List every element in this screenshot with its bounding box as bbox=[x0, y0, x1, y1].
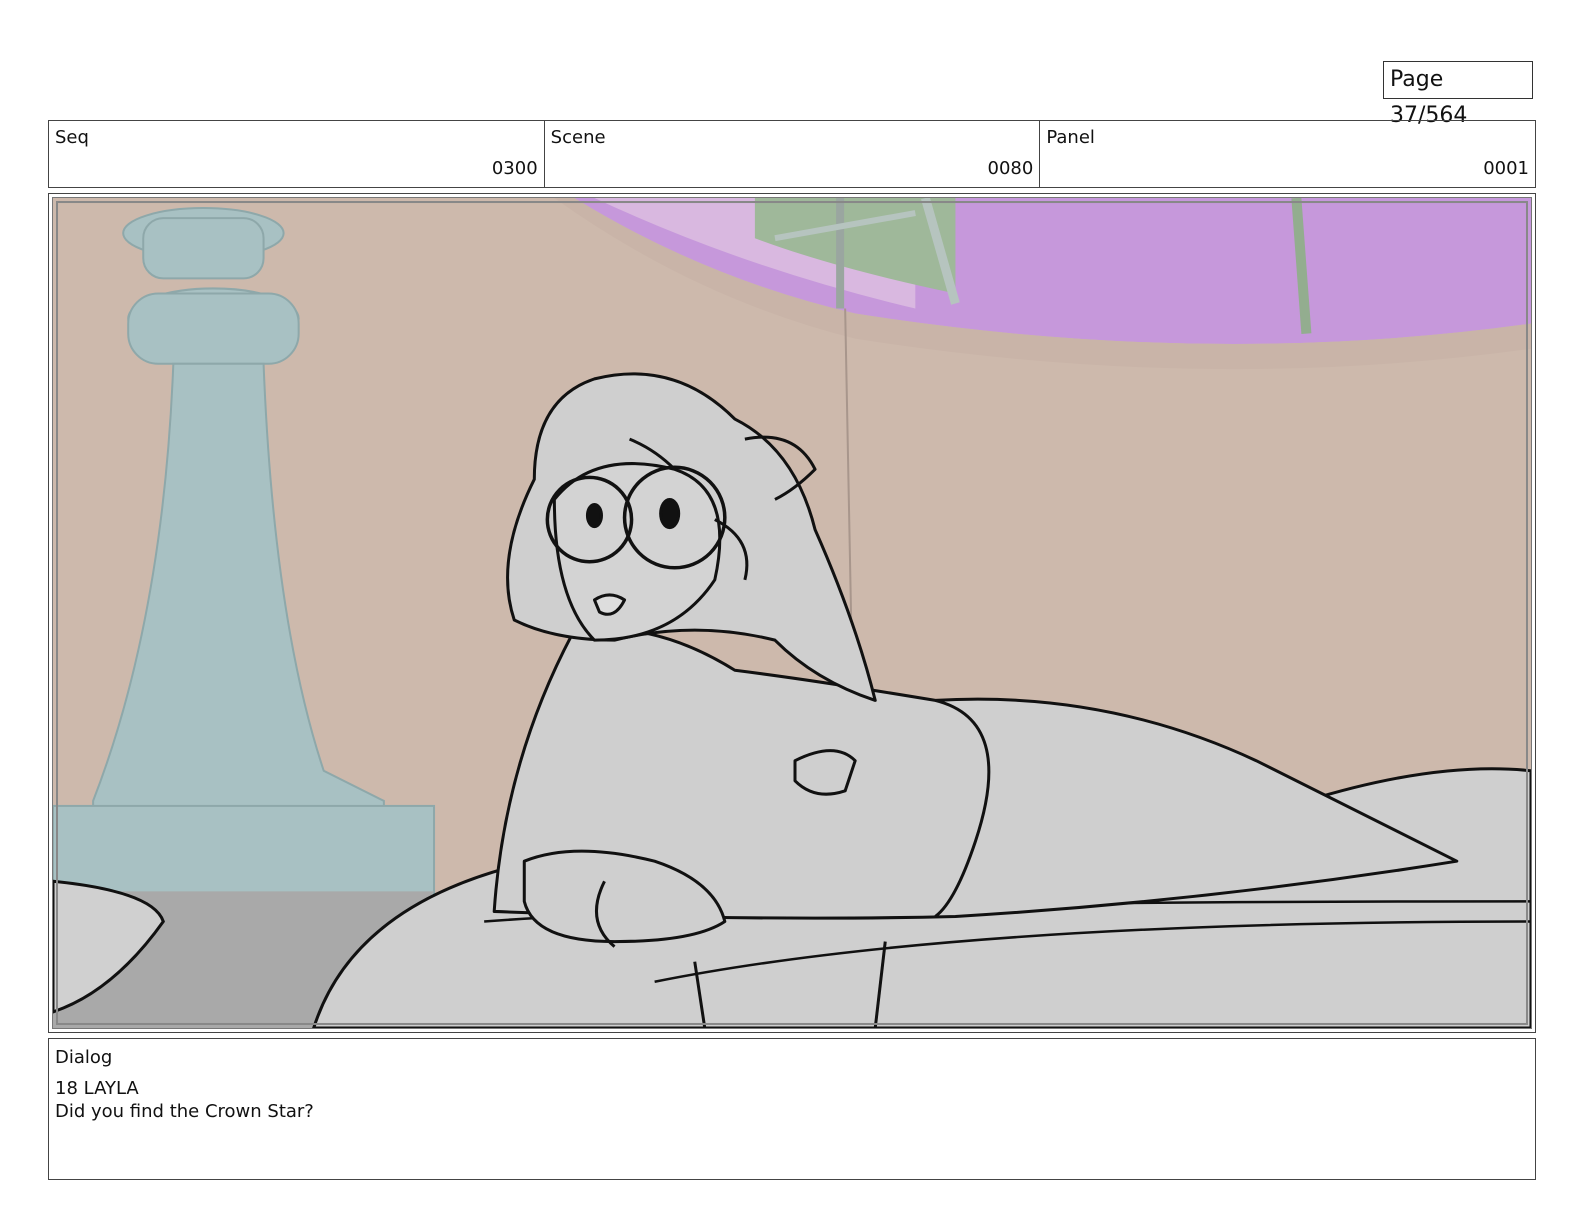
scene-value: 0080 bbox=[987, 158, 1034, 179]
panel-label: Panel bbox=[1046, 127, 1095, 148]
panel-value: 0001 bbox=[1483, 158, 1530, 179]
page-number-box: Page 37/564 bbox=[1383, 61, 1533, 128]
dialog-text: 18 LAYLA Did you find the Crown Star? bbox=[55, 1077, 314, 1123]
page-label: Page bbox=[1390, 67, 1444, 92]
panel-cell: Panel 0001 bbox=[1040, 121, 1535, 187]
scene-illustration bbox=[53, 198, 1531, 1028]
seq-value: 0300 bbox=[491, 158, 538, 179]
seq-label: Seq bbox=[55, 127, 89, 148]
scene-label: Scene bbox=[550, 127, 606, 148]
storyboard-image bbox=[52, 197, 1532, 1029]
dialog-label: Dialog bbox=[55, 1047, 113, 1068]
dialog-box: Dialog 18 LAYLA Did you find the Crown S… bbox=[48, 1038, 1536, 1180]
dialog-line: Did you find the Crown Star? bbox=[55, 1101, 314, 1122]
scene-cell: Scene 0080 bbox=[545, 121, 1041, 187]
storyboard-frame bbox=[48, 193, 1536, 1033]
panel-header: Seq 0300 Scene 0080 Panel 0001 bbox=[48, 120, 1536, 188]
dialog-speaker: 18 LAYLA bbox=[55, 1078, 139, 1099]
seq-cell: Seq 0300 bbox=[49, 121, 545, 187]
